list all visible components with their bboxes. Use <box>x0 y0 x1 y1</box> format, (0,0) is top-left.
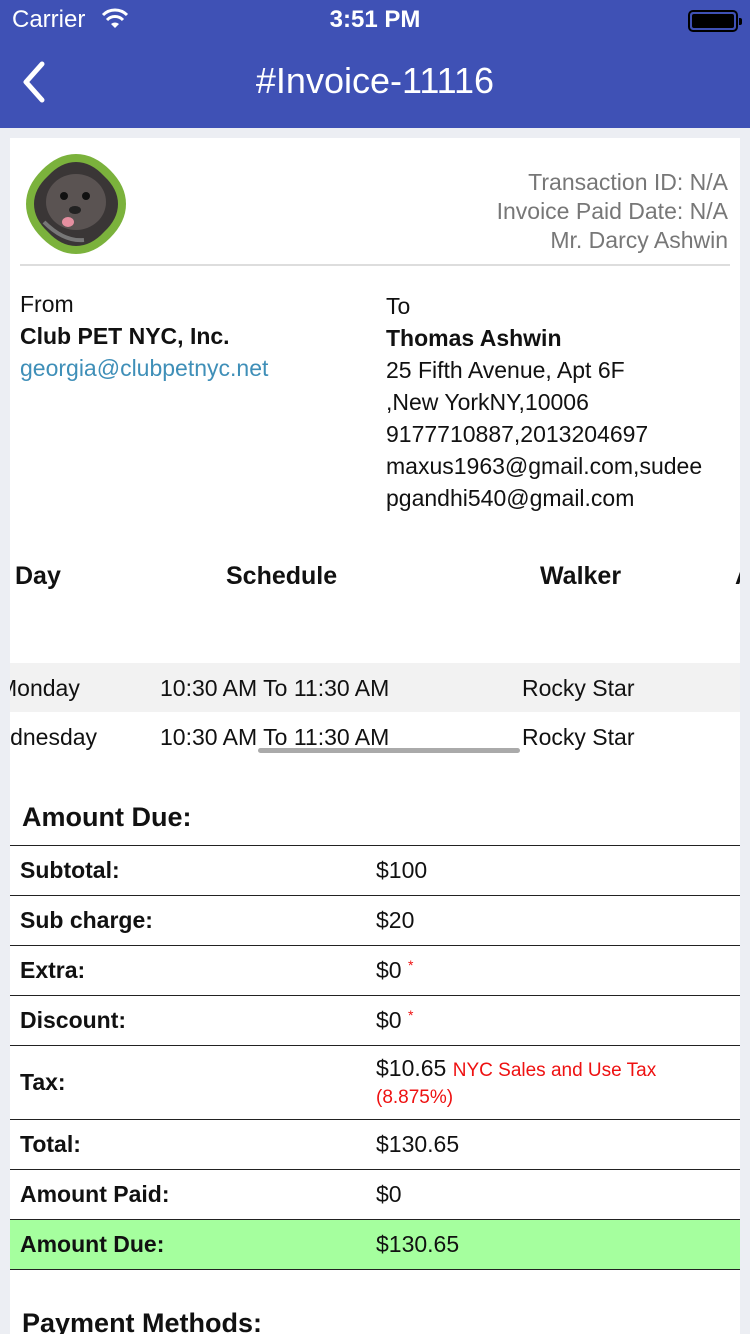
schedule-row[interactable]: Wednesday 10:30 AM To 11:30 AM Rocky Sta… <box>10 712 740 761</box>
header-walker: Walker <box>540 562 622 590</box>
sub-charge-row: Sub charge: $20 <box>10 895 740 946</box>
amount-paid-value: $0 <box>366 1169 740 1220</box>
header-schedule: Schedule <box>226 562 338 590</box>
from-company: Club PET NYC, Inc. <box>20 323 230 349</box>
from-email-link[interactable]: georgia@clubpetnyc.net <box>20 352 268 384</box>
from-block: From Club PET NYC, Inc. georgia@clubpetn… <box>20 288 268 384</box>
sub-charge-value: $20 <box>366 895 740 946</box>
row-walker: Rocky Star <box>522 675 635 701</box>
extra-row: Extra: $0 * <box>10 945 740 996</box>
total-label: Total: <box>10 1119 366 1170</box>
customer-name: Mr. Darcy Ashwin <box>550 227 728 253</box>
tax-row: Tax: $10.65 NYC Sales and Use Tax (8.875… <box>10 1045 740 1120</box>
extra-label: Extra: <box>10 945 366 996</box>
amount-due-value: $130.65 <box>366 1219 740 1270</box>
amount-paid-label: Amount Paid: <box>10 1169 366 1220</box>
subtotal-value: $100 <box>366 845 740 896</box>
transaction-id: Transaction ID: N/A <box>528 169 728 195</box>
payment-methods-title: Payment Methods: <box>22 1308 263 1334</box>
header-day: Day <box>15 562 61 590</box>
required-asterisk-icon: * <box>407 957 414 973</box>
discount-row: Discount: $0 * <box>10 995 740 1046</box>
horizontal-scrollbar[interactable] <box>258 748 520 753</box>
to-email-line1: maxus1963@gmail.com,sudee <box>386 453 703 479</box>
tax-note: NYC Sales and Use Tax <box>452 1059 657 1081</box>
page-title: #Invoice-11116 <box>255 60 495 101</box>
discount-label: Discount: <box>10 995 366 1046</box>
row-day: Monday <box>10 675 80 701</box>
row-walker: Rocky Star <box>522 724 635 750</box>
tax-value: $10.65 <box>376 1054 447 1081</box>
row-time: 10:30 AM To 11:30 AM <box>160 675 390 701</box>
amount-due-row: Amount Due: $130.65 <box>10 1219 740 1270</box>
discount-value: $0 <box>376 1007 402 1033</box>
row-day: Wednesday <box>10 724 98 750</box>
extra-cell: $0 * <box>366 945 740 996</box>
pet-avatar <box>26 154 126 254</box>
schedule-header: Day Schedule Walker A <box>10 558 740 598</box>
amount-due-title: Amount Due: <box>22 802 192 832</box>
to-label: To <box>386 293 411 319</box>
subtotal-row: Subtotal: $100 <box>10 845 740 896</box>
invoice-paid-date: Invoice Paid Date: N/A <box>496 198 728 224</box>
total-value: $130.65 <box>366 1119 740 1170</box>
invoice-card: Transaction ID: N/A Invoice Paid Date: N… <box>10 138 740 1334</box>
invoice-meta: Transaction ID: N/A Invoice Paid Date: N… <box>497 168 728 255</box>
total-row: Total: $130.65 <box>10 1119 740 1170</box>
amount-paid-row: Amount Paid: $0 <box>10 1169 740 1220</box>
tax-label: Tax: <box>10 1045 366 1120</box>
extra-value: $0 <box>376 957 402 983</box>
tax-cell: $10.65 NYC Sales and Use Tax (8.875%) <box>366 1045 740 1120</box>
schedule-row[interactable]: Monday 10:30 AM To 11:30 AM Rocky Star <box>10 663 740 712</box>
header-extra: A <box>735 562 740 591</box>
row-time: 10:30 AM To 11:30 AM <box>160 724 390 750</box>
sub-charge-label: Sub charge: <box>10 895 366 946</box>
to-email-line2: pgandhi540@gmail.com <box>386 485 635 511</box>
discount-cell: $0 * <box>366 995 740 1046</box>
to-address-line2: ,New YorkNY,10006 <box>386 389 589 415</box>
to-block: To Thomas Ashwin 25 Fifth Avenue, Apt 6F… <box>386 290 736 514</box>
tax-rate: (8.875%) <box>376 1086 454 1108</box>
amount-table: Subtotal: $100 Sub charge: $20 Extra: $0… <box>10 845 740 1270</box>
from-label: From <box>20 291 74 317</box>
required-asterisk-icon: * <box>407 1007 414 1023</box>
battery-icon <box>688 10 742 32</box>
to-name: Thomas Ashwin <box>386 325 562 351</box>
to-address-line1: 25 Fifth Avenue, Apt 6F <box>386 357 625 383</box>
divider <box>20 264 730 266</box>
status-bar: Carrier 3:51 PM <box>0 0 750 40</box>
subtotal-label: Subtotal: <box>10 845 366 896</box>
clock: 3:51 PM <box>329 6 421 33</box>
amount-due-label: Amount Due: <box>10 1219 366 1270</box>
navigation-header: Carrier 3:51 PM #Invoice-11116 <box>0 0 750 128</box>
to-phones: 9177710887,2013204697 <box>386 421 649 447</box>
